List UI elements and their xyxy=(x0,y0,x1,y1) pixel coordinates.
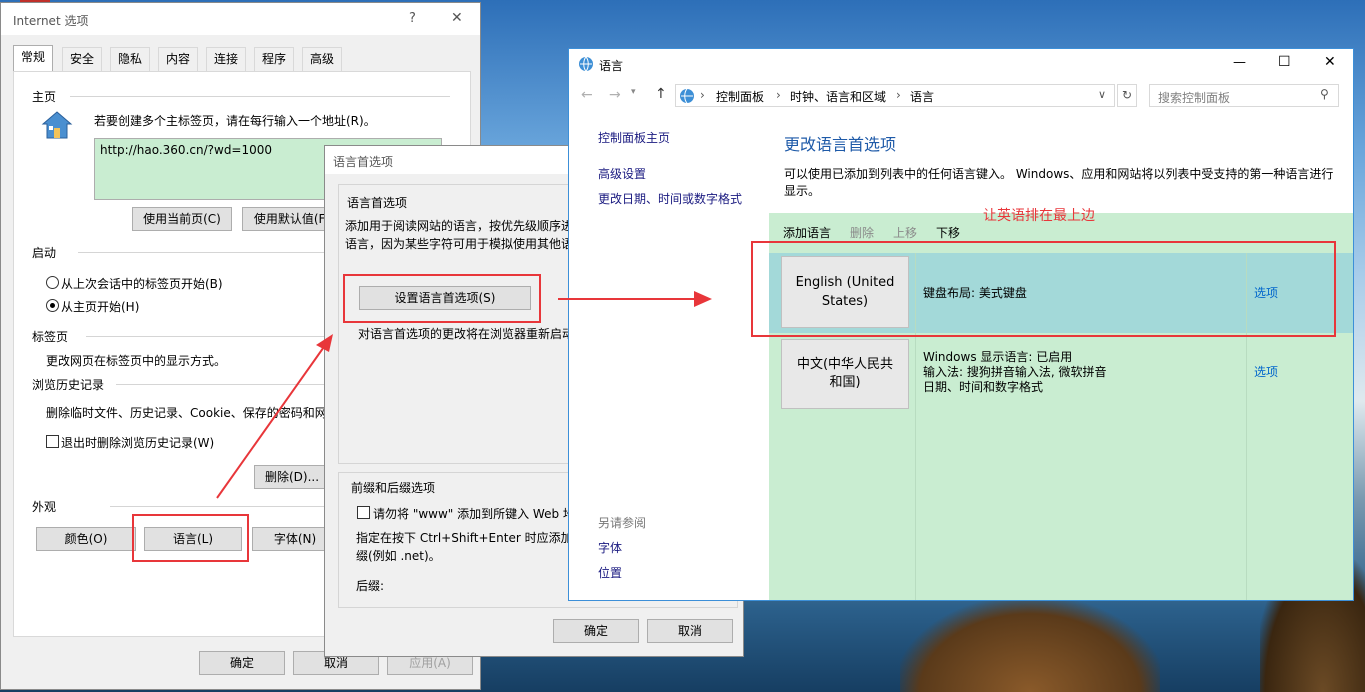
annotation-arrows xyxy=(216,291,712,499)
arrow-head xyxy=(316,334,333,352)
arrow-head xyxy=(694,291,712,307)
arrow-line xyxy=(216,343,327,499)
